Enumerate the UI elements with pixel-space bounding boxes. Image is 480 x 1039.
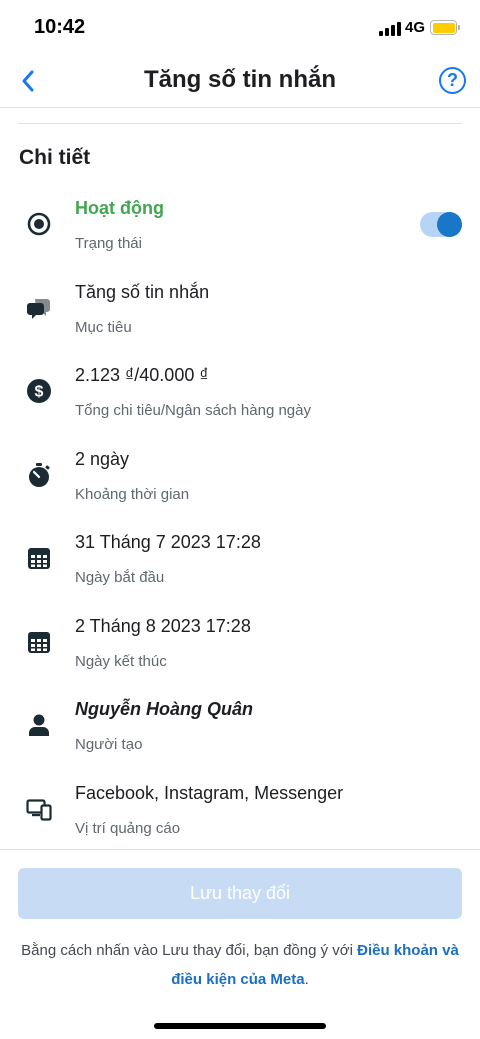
divider <box>18 123 462 124</box>
calendar-icon <box>26 629 52 655</box>
svg-text:$: $ <box>35 384 44 401</box>
placements-value: Facebook, Instagram, Messenger <box>75 782 344 803</box>
status-toggle[interactable] <box>420 212 462 237</box>
detail-row-start-date: 31 Tháng 7 2023 17:28 Ngày bắt đầu <box>0 527 480 611</box>
duration-caption: Khoảng thời gian <box>75 485 190 503</box>
detail-row-budget: $ 2.123 ₫/40.000 ₫ Tổng chi tiêu/Ngân sá… <box>0 360 480 444</box>
stopwatch-icon <box>26 462 52 488</box>
status-time: 10:42 <box>34 16 86 38</box>
signal-icon <box>379 22 401 36</box>
creator-value: Nguyễn Hoàng Quân <box>75 699 254 719</box>
page-title: Tăng số tin nhắn <box>144 66 336 93</box>
toggle-knob <box>437 212 462 237</box>
start-date-value: 31 Tháng 7 2023 17:28 <box>75 532 261 552</box>
duration-value: 2 ngày <box>75 448 130 469</box>
creator-caption: Người tạo <box>75 736 143 753</box>
home-indicator[interactable] <box>154 1023 326 1029</box>
terms-prefix: Bằng cách nhấn vào Lưu thay đổi, bạn đồn… <box>21 942 358 959</box>
radio-target-icon <box>26 211 52 237</box>
status-value: Hoạt động <box>75 198 164 218</box>
end-date-caption: Ngày kết thúc <box>75 652 167 670</box>
battery-icon <box>430 20 460 35</box>
help-button[interactable]: ? <box>439 67 466 94</box>
save-changes-button[interactable]: Lưu thay đổi <box>18 868 462 919</box>
section-title: Chi tiết <box>19 146 91 169</box>
start-date-caption: Ngày bắt đầu <box>75 569 165 586</box>
detail-row-end-date: 2 Tháng 8 2023 17:28 Ngày kết thúc <box>0 611 480 695</box>
terms-text: Bằng cách nhấn vào Lưu thay đổi, bạn đồn… <box>10 936 470 994</box>
detail-row-duration: 2 ngày Khoảng thời gian <box>0 444 480 528</box>
chat-bubbles-icon <box>26 295 52 321</box>
divider <box>0 849 480 850</box>
status-caption: Trạng thái <box>75 235 142 252</box>
status-bar: 10:42 4G <box>0 0 480 56</box>
budget-value: 2.123 ₫/40.000 ₫ <box>75 365 209 385</box>
terms-suffix: . <box>304 971 309 988</box>
objective-value: Tăng số tin nhắn <box>75 281 210 302</box>
details-list: Hoạt động Trạng thái Tăng số tin nhắn Mụ… <box>0 193 480 861</box>
nav-bar: Tăng số tin nhắn ? <box>0 56 480 108</box>
dollar-icon: $ <box>26 378 52 404</box>
placements-caption: Vị trí quảng cáo <box>75 819 181 837</box>
devices-icon <box>26 796 52 822</box>
network-label: 4G <box>405 19 426 36</box>
detail-row-creator: Nguyễn Hoàng Quân Người tạo <box>0 694 480 778</box>
detail-row-status: Hoạt động Trạng thái <box>0 193 480 277</box>
detail-row-objective: Tăng số tin nhắn Mục tiêu <box>0 277 480 361</box>
budget-caption: Tổng chi tiêu/Ngân sách hàng ngày <box>75 402 311 419</box>
calendar-icon <box>26 545 52 571</box>
objective-caption: Mục tiêu <box>75 318 132 336</box>
person-icon <box>26 712 52 738</box>
end-date-value: 2 Tháng 8 2023 17:28 <box>75 615 251 636</box>
